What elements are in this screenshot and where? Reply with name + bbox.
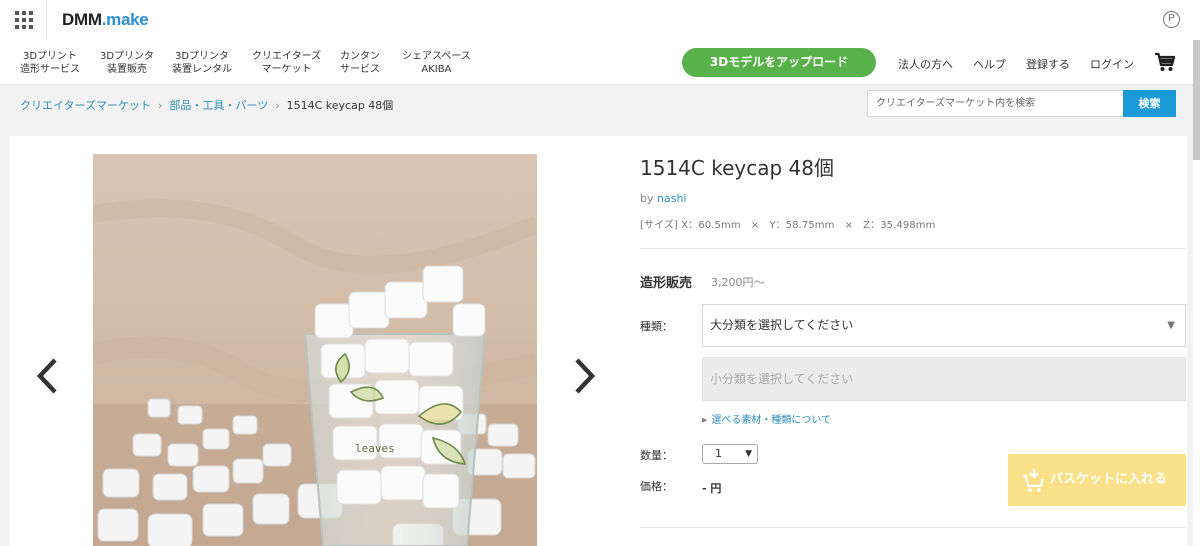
nav-label-line2: 装置レンタル — [172, 64, 232, 75]
page-scrollbar[interactable] — [1193, 40, 1200, 546]
nav-label-line2: マーケット — [261, 64, 312, 75]
nav-label-line1: 3Dプリンタ — [100, 51, 155, 62]
nav-label-line1: カンタン — [340, 51, 380, 62]
cart-add-icon — [1023, 469, 1045, 492]
dmm-make-logo[interactable]: DMM.make — [62, 10, 149, 30]
nav-link-help[interactable]: ヘルプ — [973, 56, 1006, 72]
chevron-left-icon[interactable] — [35, 356, 61, 396]
product-title: 1514C keycap 48個 — [640, 156, 834, 180]
chevron-right-icon[interactable] — [571, 356, 597, 396]
nav-label-line1: 3Dプリンタ — [174, 51, 230, 62]
nav-label-line2: サービス — [340, 64, 380, 75]
logo-make: make — [106, 10, 149, 29]
breadcrumb: クリエイターズマーケット › 部品・工具・パーツ › 1514C keycap 48個 — [20, 97, 393, 113]
nav-label-line2: 装置販売 — [107, 64, 148, 75]
breadcrumb-creators-market[interactable]: クリエイターズマーケット — [20, 99, 151, 112]
nav-label-line1: シェアスペース — [402, 51, 471, 62]
subcategory-select-value: 小分類を選択してください — [710, 372, 854, 386]
nav-item-printer-sales[interactable]: 3Dプリンタ 装置販売 — [100, 50, 154, 76]
divider — [640, 527, 1186, 528]
basket-button-label: バスケットに入れる — [1050, 472, 1168, 487]
type-label: 種類： — [640, 320, 673, 333]
cart-icon[interactable] — [1154, 51, 1176, 73]
breadcrumb-separator: › — [158, 99, 163, 112]
quantity-select[interactable]: 1 ▼ — [702, 444, 758, 464]
byline: by nashi — [640, 192, 686, 205]
material-link-text: 選べる素材・種類について — [711, 415, 832, 426]
material-info-link[interactable]: ▶ 選べる素材・種類について — [702, 411, 831, 426]
logo-text: DMM — [62, 10, 102, 29]
nav-item-share-space[interactable]: シェアスペース AKIBA — [402, 50, 471, 76]
photo-glass-text: leaves — [355, 442, 395, 455]
nav-item-print-service[interactable]: 3Dプリント 造形サービス — [20, 50, 80, 76]
upload-3d-model-button[interactable]: 3Dモデルをアップロード — [682, 48, 876, 77]
chevron-down-icon: ▼ — [745, 449, 752, 459]
quantity-value: 1 — [715, 447, 722, 460]
nav-label-line1: クリエイターズ — [252, 51, 322, 62]
quantity-label: 数量： — [640, 449, 673, 462]
nav-link-business[interactable]: 法人の方へ — [898, 56, 953, 72]
nav-item-easy-service[interactable]: カンタン サービス — [340, 50, 380, 76]
nav-label-line1: 3Dプリント — [22, 51, 78, 62]
product-image: leaves — [93, 154, 537, 546]
breadcrumb-current: 1514C keycap 48個 — [286, 99, 394, 112]
add-to-basket-button[interactable]: バスケットに入れる — [1008, 454, 1186, 506]
sale-label: 造形販売 — [640, 276, 693, 291]
divider — [46, 0, 47, 40]
search-button[interactable]: 検索 — [1123, 90, 1176, 117]
by-label: by — [640, 192, 654, 205]
author-link[interactable]: nashi — [657, 192, 686, 205]
sale-price: 3,200円〜 — [711, 276, 765, 289]
price-value: - 円 — [702, 482, 722, 495]
point-icon[interactable]: P — [1163, 11, 1180, 28]
breadcrumb-parts[interactable]: 部品・工具・パーツ — [169, 99, 268, 112]
price-label: 価格： — [640, 480, 673, 493]
nav-link-register[interactable]: 登録する — [1026, 56, 1070, 72]
nav-item-creators-market[interactable]: クリエイターズ マーケット — [252, 50, 321, 76]
nav-item-printer-rental[interactable]: 3Dプリンタ 装置レンタル — [172, 50, 232, 76]
nav-link-login[interactable]: ログイン — [1090, 56, 1134, 72]
subcategory-select: 小分類を選択してください — [702, 357, 1186, 401]
breadcrumb-separator: › — [275, 99, 280, 112]
product-size: [サイズ] X：60.5mm × Y：58.75mm × Z：35.498mm — [640, 220, 936, 231]
scrollbar-thumb[interactable] — [1193, 40, 1200, 160]
category-select-value: 大分類を選択してください — [710, 318, 854, 332]
triangle-right-icon: ▶ — [702, 416, 708, 424]
top-bar: DMM.make P — [0, 0, 1200, 40]
market-search-input[interactable] — [867, 90, 1124, 117]
dropdown-caret-icon: ▼ — [1167, 320, 1175, 331]
apps-grid-icon[interactable] — [15, 11, 33, 29]
divider — [640, 248, 1186, 249]
category-select[interactable]: 大分類を選択してください ▼ — [702, 304, 1186, 347]
nav-label-line2: AKIBA — [421, 64, 452, 75]
main-nav: 3Dプリント 造形サービス 3Dプリンタ 装置販売 3Dプリンタ 装置レンタル … — [0, 40, 1200, 85]
nav-label-line2: 造形サービス — [20, 64, 80, 75]
